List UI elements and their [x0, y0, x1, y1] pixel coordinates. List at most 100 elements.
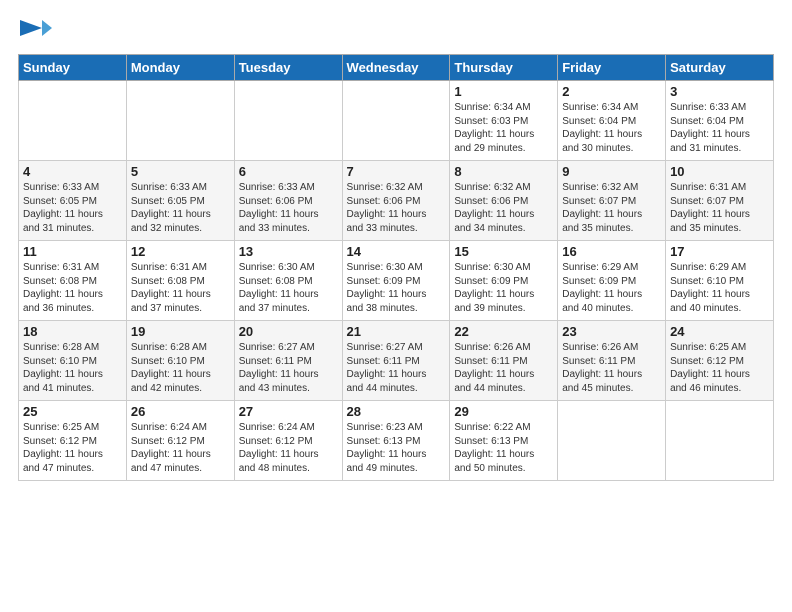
- day-number: 22: [454, 324, 553, 339]
- day-cell: [234, 81, 342, 161]
- day-cell: 23 Sunrise: 6:26 AM Sunset: 6:11 PM Dayli…: [558, 321, 666, 401]
- day-cell: 12 Sunrise: 6:31 AM Sunset: 6:08 PM Dayli…: [126, 241, 234, 321]
- day-info: Sunrise: 6:26 AM Sunset: 6:11 PM Dayligh…: [562, 341, 661, 395]
- day-number: 10: [670, 164, 769, 179]
- week-row-4: 18 Sunrise: 6:28 AM Sunset: 6:10 PM Dayli…: [19, 321, 774, 401]
- weekday-header-row: SundayMondayTuesdayWednesdayThursdayFrid…: [19, 55, 774, 81]
- day-cell: 7 Sunrise: 6:32 AM Sunset: 6:06 PM Daylig…: [342, 161, 450, 241]
- day-info: Sunrise: 6:33 AM Sunset: 6:06 PM Dayligh…: [239, 181, 338, 235]
- day-info: Sunrise: 6:33 AM Sunset: 6:05 PM Dayligh…: [23, 181, 122, 235]
- weekday-monday: Monday: [126, 55, 234, 81]
- day-number: 24: [670, 324, 769, 339]
- day-cell: 11 Sunrise: 6:31 AM Sunset: 6:08 PM Dayli…: [19, 241, 127, 321]
- day-cell: 28 Sunrise: 6:23 AM Sunset: 6:13 PM Dayli…: [342, 401, 450, 481]
- day-cell: 19 Sunrise: 6:28 AM Sunset: 6:10 PM Dayli…: [126, 321, 234, 401]
- day-info: Sunrise: 6:34 AM Sunset: 6:04 PM Dayligh…: [562, 101, 661, 155]
- day-info: Sunrise: 6:30 AM Sunset: 6:08 PM Dayligh…: [239, 261, 338, 315]
- day-number: 15: [454, 244, 553, 259]
- weekday-tuesday: Tuesday: [234, 55, 342, 81]
- week-row-5: 25 Sunrise: 6:25 AM Sunset: 6:12 PM Dayli…: [19, 401, 774, 481]
- day-info: Sunrise: 6:24 AM Sunset: 6:12 PM Dayligh…: [131, 421, 230, 475]
- day-cell: 9 Sunrise: 6:32 AM Sunset: 6:07 PM Daylig…: [558, 161, 666, 241]
- day-cell: 14 Sunrise: 6:30 AM Sunset: 6:09 PM Dayli…: [342, 241, 450, 321]
- day-info: Sunrise: 6:24 AM Sunset: 6:12 PM Dayligh…: [239, 421, 338, 475]
- day-number: 18: [23, 324, 122, 339]
- day-number: 23: [562, 324, 661, 339]
- logo: [18, 18, 52, 46]
- day-cell: 16 Sunrise: 6:29 AM Sunset: 6:09 PM Dayli…: [558, 241, 666, 321]
- day-cell: [558, 401, 666, 481]
- day-info: Sunrise: 6:29 AM Sunset: 6:09 PM Dayligh…: [562, 261, 661, 315]
- day-info: Sunrise: 6:31 AM Sunset: 6:07 PM Dayligh…: [670, 181, 769, 235]
- day-number: 29: [454, 404, 553, 419]
- weekday-wednesday: Wednesday: [342, 55, 450, 81]
- weekday-friday: Friday: [558, 55, 666, 81]
- weekday-sunday: Sunday: [19, 55, 127, 81]
- day-info: Sunrise: 6:25 AM Sunset: 6:12 PM Dayligh…: [670, 341, 769, 395]
- day-number: 12: [131, 244, 230, 259]
- day-cell: 26 Sunrise: 6:24 AM Sunset: 6:12 PM Dayli…: [126, 401, 234, 481]
- day-info: Sunrise: 6:32 AM Sunset: 6:06 PM Dayligh…: [454, 181, 553, 235]
- day-number: 28: [347, 404, 446, 419]
- day-cell: 21 Sunrise: 6:27 AM Sunset: 6:11 PM Dayli…: [342, 321, 450, 401]
- day-number: 19: [131, 324, 230, 339]
- day-number: 7: [347, 164, 446, 179]
- day-cell: 6Sunrise: 6:33 AM Sunset: 6:06 PM Daylig…: [234, 161, 342, 241]
- page: SundayMondayTuesdayWednesdayThursdayFrid…: [0, 0, 792, 612]
- day-number: 11: [23, 244, 122, 259]
- day-number: 26: [131, 404, 230, 419]
- day-cell: 4 Sunrise: 6:33 AM Sunset: 6:05 PM Daylig…: [19, 161, 127, 241]
- day-number: 9: [562, 164, 661, 179]
- day-info: Sunrise: 6:29 AM Sunset: 6:10 PM Dayligh…: [670, 261, 769, 315]
- day-cell: 3Sunrise: 6:33 AM Sunset: 6:04 PM Daylig…: [666, 81, 774, 161]
- day-number: 21: [347, 324, 446, 339]
- day-cell: 13 Sunrise: 6:30 AM Sunset: 6:08 PM Dayli…: [234, 241, 342, 321]
- day-cell: [666, 401, 774, 481]
- logo-icon: [20, 14, 52, 46]
- day-number: 2: [562, 84, 661, 99]
- day-cell: 27 Sunrise: 6:24 AM Sunset: 6:12 PM Dayli…: [234, 401, 342, 481]
- day-number: 20: [239, 324, 338, 339]
- day-info: Sunrise: 6:27 AM Sunset: 6:11 PM Dayligh…: [347, 341, 446, 395]
- day-cell: [19, 81, 127, 161]
- day-cell: [126, 81, 234, 161]
- day-info: Sunrise: 6:31 AM Sunset: 6:08 PM Dayligh…: [131, 261, 230, 315]
- day-info: Sunrise: 6:23 AM Sunset: 6:13 PM Dayligh…: [347, 421, 446, 475]
- day-cell: 1 Sunrise: 6:34 AM Sunset: 6:03 PM Daylig…: [450, 81, 558, 161]
- day-info: Sunrise: 6:32 AM Sunset: 6:07 PM Dayligh…: [562, 181, 661, 235]
- day-number: 25: [23, 404, 122, 419]
- day-number: 1: [454, 84, 553, 99]
- day-cell: 17 Sunrise: 6:29 AM Sunset: 6:10 PM Dayli…: [666, 241, 774, 321]
- day-number: 14: [347, 244, 446, 259]
- day-info: Sunrise: 6:28 AM Sunset: 6:10 PM Dayligh…: [23, 341, 122, 395]
- day-cell: 29 Sunrise: 6:22 AM Sunset: 6:13 PM Dayli…: [450, 401, 558, 481]
- day-number: 5: [131, 164, 230, 179]
- day-info: Sunrise: 6:30 AM Sunset: 6:09 PM Dayligh…: [454, 261, 553, 315]
- day-info: Sunrise: 6:32 AM Sunset: 6:06 PM Dayligh…: [347, 181, 446, 235]
- day-number: 17: [670, 244, 769, 259]
- day-info: Sunrise: 6:33 AM Sunset: 6:04 PM Dayligh…: [670, 101, 769, 155]
- header: [18, 18, 774, 46]
- day-cell: 20Sunrise: 6:27 AM Sunset: 6:11 PM Dayli…: [234, 321, 342, 401]
- week-row-1: 1 Sunrise: 6:34 AM Sunset: 6:03 PM Daylig…: [19, 81, 774, 161]
- day-info: Sunrise: 6:26 AM Sunset: 6:11 PM Dayligh…: [454, 341, 553, 395]
- day-cell: 15 Sunrise: 6:30 AM Sunset: 6:09 PM Dayli…: [450, 241, 558, 321]
- day-cell: 5Sunrise: 6:33 AM Sunset: 6:05 PM Daylig…: [126, 161, 234, 241]
- day-number: 4: [23, 164, 122, 179]
- day-info: Sunrise: 6:22 AM Sunset: 6:13 PM Dayligh…: [454, 421, 553, 475]
- day-number: 16: [562, 244, 661, 259]
- day-number: 27: [239, 404, 338, 419]
- day-cell: 2 Sunrise: 6:34 AM Sunset: 6:04 PM Daylig…: [558, 81, 666, 161]
- day-number: 13: [239, 244, 338, 259]
- day-number: 8: [454, 164, 553, 179]
- calendar-table: SundayMondayTuesdayWednesdayThursdayFrid…: [18, 54, 774, 481]
- week-row-2: 4 Sunrise: 6:33 AM Sunset: 6:05 PM Daylig…: [19, 161, 774, 241]
- day-info: Sunrise: 6:30 AM Sunset: 6:09 PM Dayligh…: [347, 261, 446, 315]
- day-cell: 25 Sunrise: 6:25 AM Sunset: 6:12 PM Dayli…: [19, 401, 127, 481]
- day-info: Sunrise: 6:31 AM Sunset: 6:08 PM Dayligh…: [23, 261, 122, 315]
- day-cell: 18 Sunrise: 6:28 AM Sunset: 6:10 PM Dayli…: [19, 321, 127, 401]
- day-cell: 22 Sunrise: 6:26 AM Sunset: 6:11 PM Dayli…: [450, 321, 558, 401]
- day-info: Sunrise: 6:28 AM Sunset: 6:10 PM Dayligh…: [131, 341, 230, 395]
- day-info: Sunrise: 6:25 AM Sunset: 6:12 PM Dayligh…: [23, 421, 122, 475]
- day-info: Sunrise: 6:34 AM Sunset: 6:03 PM Dayligh…: [454, 101, 553, 155]
